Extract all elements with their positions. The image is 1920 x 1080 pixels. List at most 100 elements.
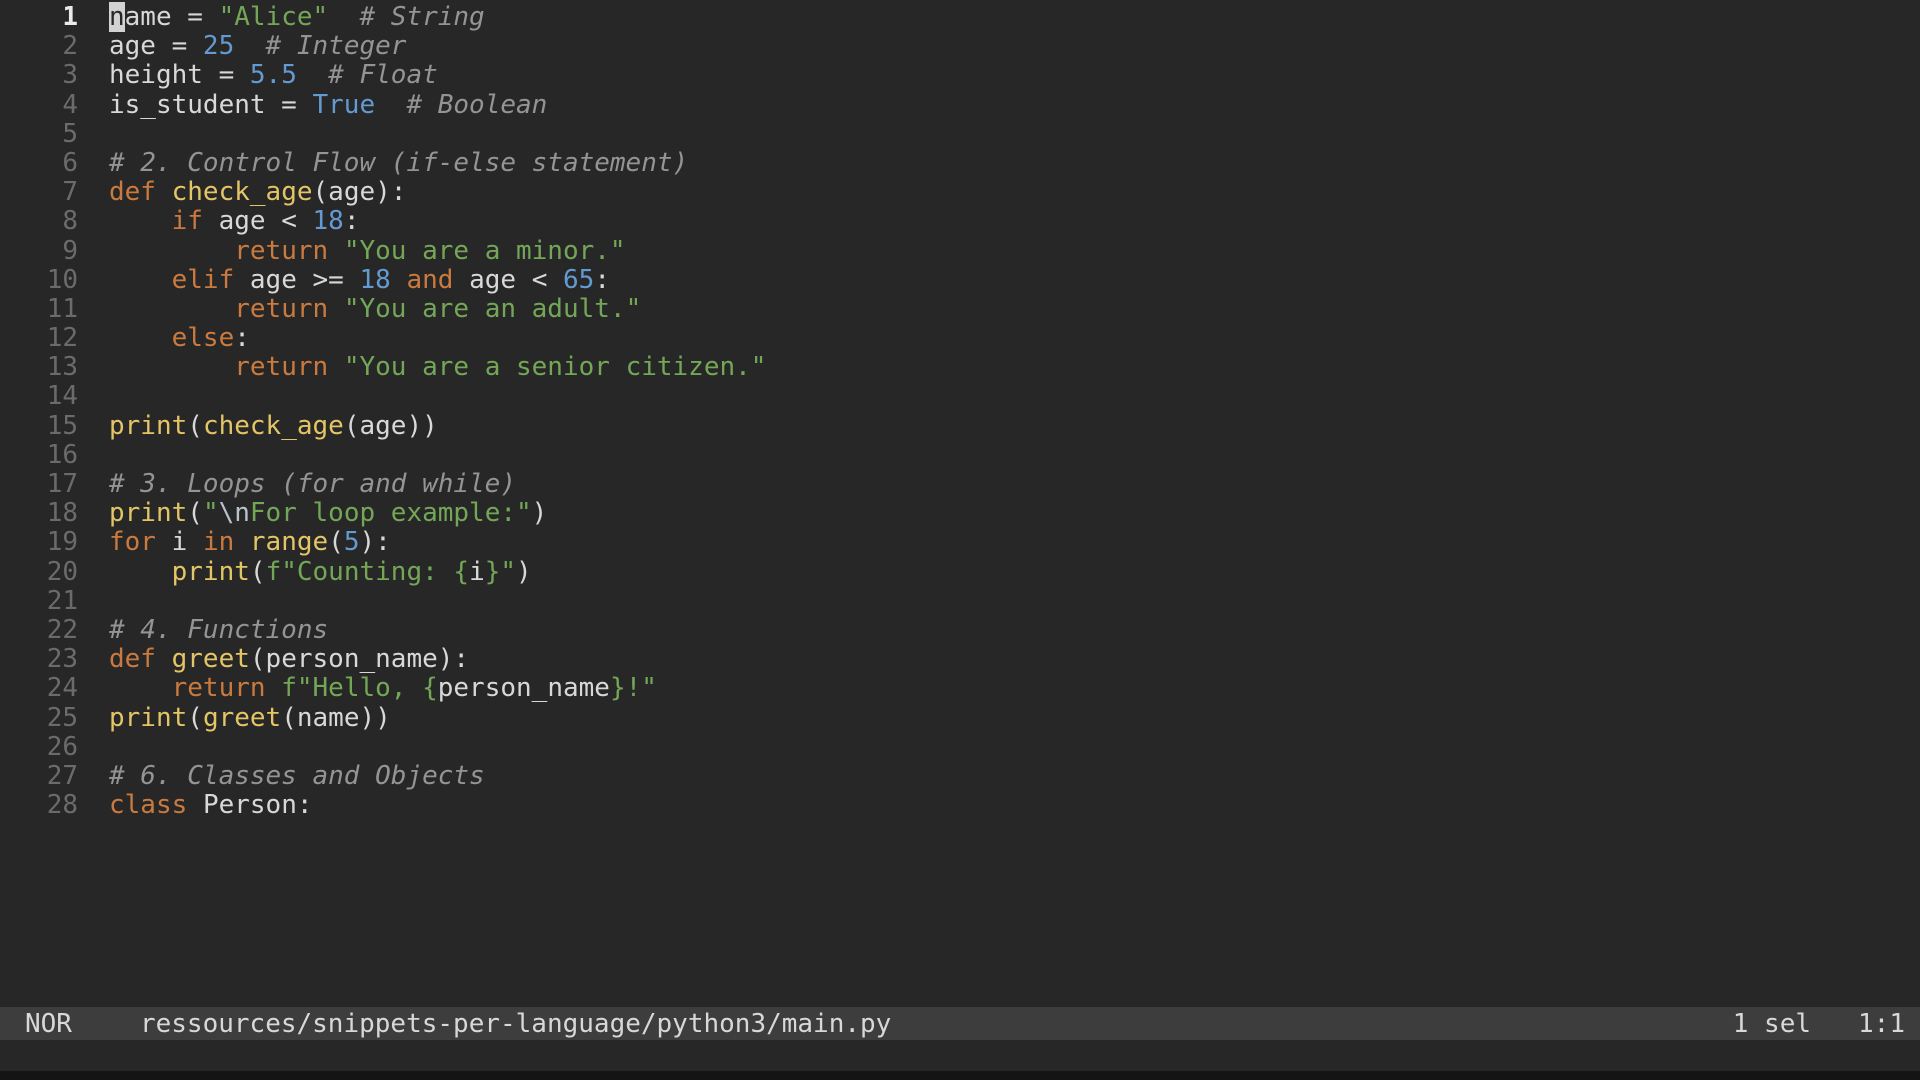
code-text: if age < 18: (109, 206, 360, 237)
window-edge (0, 1071, 1920, 1080)
code-token: 65 (563, 264, 595, 295)
code-token: 25 (202, 31, 235, 62)
code-line[interactable]: 13 return "You are a senior citizen." (0, 353, 1920, 382)
code-line[interactable]: 1 name = "Alice" # String (0, 2, 1920, 32)
code-token: ( (187, 498, 203, 529)
code-token: : (343, 206, 360, 237)
status-bar: NOR ressources/snippets-per-language/pyt… (0, 1007, 1920, 1040)
code-text: age = 25 # Integer (109, 32, 406, 61)
code-line[interactable]: 18 print("\nFor loop example:") (0, 498, 1920, 529)
code-text: elif age >= 18 and age < 65: (109, 264, 610, 295)
code-token: (person_name): (249, 644, 470, 675)
code-token: f"Counting: { (265, 556, 470, 587)
code-line[interactable]: 26 (0, 732, 1920, 762)
code-token: for (109, 527, 156, 558)
code-token: ( (187, 702, 203, 733)
code-line[interactable]: 24 return f"Hello, {person_name}!" (0, 674, 1920, 703)
code-token: ) (531, 498, 548, 529)
code-line[interactable]: 12 else: (0, 323, 1920, 354)
code-token: return (234, 293, 329, 324)
code-token: age < (453, 264, 563, 295)
code-token: "You are a minor." (343, 235, 626, 266)
code-token: "Alice" (218, 2, 329, 32)
code-token: i (155, 527, 203, 558)
code-token: True (312, 89, 376, 120)
line-number: 21 (46, 585, 78, 616)
code-text: height = 5.5 # Float (109, 61, 438, 90)
code-token: ( (249, 556, 266, 587)
code-line[interactable]: 5 (0, 119, 1920, 149)
command-line[interactable] (0, 1040, 1920, 1071)
code-line[interactable]: 28 class Person: (0, 790, 1920, 820)
code-token: "You are an adult." (343, 293, 642, 324)
line-number: 4 (62, 89, 78, 120)
code-line[interactable]: 15 print(check_age(age)) (0, 411, 1920, 441)
code-token: range (249, 527, 329, 558)
code-line[interactable]: 8 if age < 18: (0, 207, 1920, 236)
code-line[interactable]: 25 print(greet(name)) (0, 702, 1920, 733)
code-line[interactable]: 27 # 6. Classes and Objects (0, 761, 1920, 791)
code-text: class Person: (109, 790, 313, 820)
code-token: # 4. Functions (109, 614, 329, 645)
code-token: print (171, 556, 250, 587)
code-token: return (234, 235, 329, 266)
line-number: 17 (46, 469, 78, 499)
code-text: # 4. Functions (109, 614, 329, 645)
mode-indicator: NOR (25, 1008, 72, 1039)
line-number: 7 (62, 177, 78, 208)
code-text: is_student = True # Boolean (109, 89, 548, 120)
code-token: greet (202, 702, 282, 733)
code-token: print (109, 702, 188, 733)
code-text: print(greet(name)) (109, 702, 391, 733)
line-number: 23 (46, 644, 78, 675)
code-line[interactable]: 19 for i in range(5): (0, 528, 1920, 557)
code-line[interactable]: 16 (0, 440, 1920, 470)
code-token: # String (359, 2, 485, 32)
code-text: else: (109, 323, 250, 354)
line-number: 18 (46, 498, 78, 529)
code-line[interactable]: 14 (0, 382, 1920, 411)
line-number: 19 (46, 527, 78, 558)
code-token: return (234, 352, 329, 383)
code-line[interactable]: 17 # 3. Loops (for and while) (0, 469, 1920, 499)
code-token: "You are a senior citizen." (343, 352, 767, 383)
code-line[interactable]: 10 elif age >= 18 and age < 65: (0, 264, 1920, 295)
code-line[interactable]: 22 # 4. Functions (0, 614, 1920, 645)
code-token: : (234, 323, 250, 354)
code-text: print(f"Counting: {i}") (109, 556, 532, 587)
code-line[interactable]: 11 return "You are an adult." (0, 293, 1920, 324)
code-text: def check_age(age): (109, 178, 406, 207)
code-line[interactable]: 6 # 2. Control Flow (if-else statement) (0, 148, 1920, 178)
code-line[interactable]: 20 print(f"Counting: {i}") (0, 556, 1920, 587)
code-line[interactable]: 3 height = 5.5 # Float (0, 61, 1920, 90)
line-number: 13 (46, 352, 78, 383)
code-area[interactable]: 1 name = "Alice" # String 2 age = 25 # Inte… (0, 0, 1920, 1007)
code-token: }!" (609, 673, 657, 704)
line-number: 2 (62, 31, 78, 62)
code-token: ) (516, 556, 532, 587)
code-text: # 6. Classes and Objects (109, 761, 485, 791)
code-token: is_student = (109, 89, 313, 120)
code-line[interactable]: 2 age = 25 # Integer (0, 31, 1920, 62)
code-line[interactable]: 23 def greet(person_name): (0, 644, 1920, 675)
code-line[interactable]: 4 is_student = True # Boolean (0, 89, 1920, 120)
line-number: 14 (46, 381, 78, 412)
code-token: i (469, 556, 485, 587)
line-number: 1 (62, 2, 78, 32)
code-line[interactable]: 21 (0, 585, 1920, 616)
code-token: # Boolean (406, 89, 548, 120)
code-line[interactable]: 7 def check_age(age): (0, 177, 1920, 208)
code-line[interactable]: 9 return "You are a minor." (0, 235, 1920, 266)
